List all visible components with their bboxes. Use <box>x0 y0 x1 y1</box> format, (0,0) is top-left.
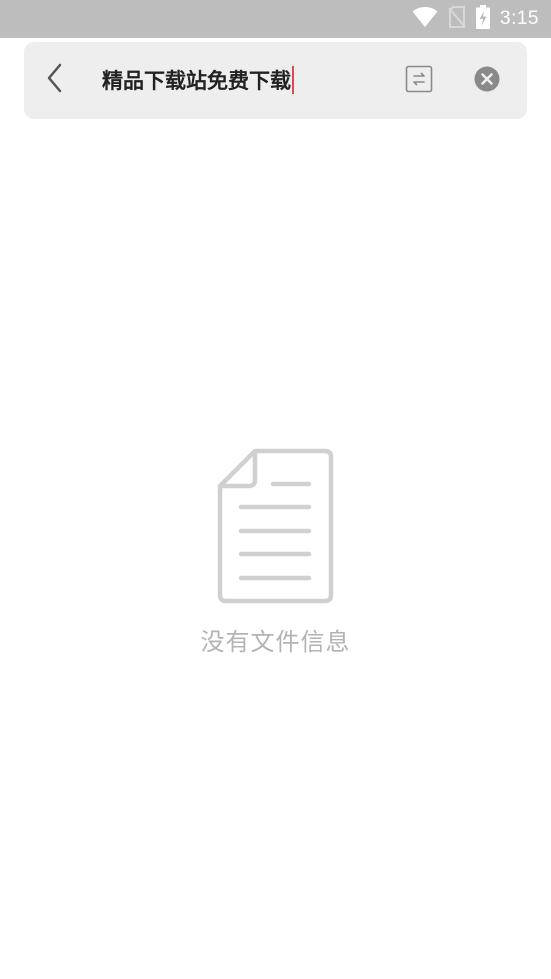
status-time: 3:15 <box>500 8 539 29</box>
status-bar: 3:15 <box>0 0 551 38</box>
battery-charging-icon <box>476 5 491 33</box>
clear-icon <box>474 66 500 96</box>
empty-state: 没有文件信息 <box>0 448 551 657</box>
wifi-icon <box>412 6 438 32</box>
text-cursor <box>292 66 294 94</box>
no-sim-icon <box>448 6 466 32</box>
search-query-text: 精品下载站免费下载 <box>102 69 291 93</box>
swap-icon <box>405 65 433 97</box>
status-icons: 3:15 <box>412 0 539 38</box>
chevron-left-icon <box>45 63 65 97</box>
search-bar: 精品下载站免费下载 <box>24 42 527 119</box>
clear-button[interactable] <box>472 66 502 96</box>
swap-button[interactable] <box>404 65 434 97</box>
document-icon <box>217 448 335 608</box>
search-input[interactable]: 精品下载站免费下载 <box>102 66 294 96</box>
empty-message: 没有文件信息 <box>200 628 351 656</box>
back-button[interactable] <box>38 62 72 98</box>
